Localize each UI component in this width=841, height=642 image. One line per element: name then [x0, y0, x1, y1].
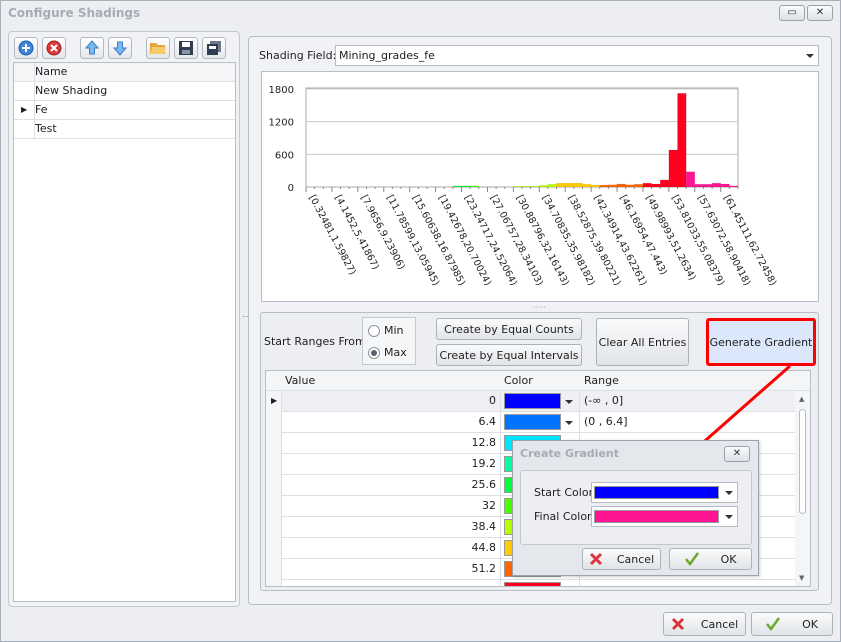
dialog-body: Start Color Final Color: [520, 470, 752, 545]
cancel-button[interactable]: Cancel: [663, 612, 746, 636]
final-color-picker[interactable]: [591, 506, 738, 527]
dialog-cancel-button[interactable]: Cancel: [582, 548, 661, 570]
start-color-label: Start Color: [534, 486, 594, 499]
checkmark-icon: [766, 617, 781, 631]
ok-button[interactable]: OK: [751, 612, 833, 636]
chevron-down-icon: [725, 514, 733, 519]
chevron-down-icon: [725, 490, 733, 495]
create-gradient-dialog: Create Gradient ✕ Start Color Final Colo…: [512, 440, 759, 576]
cancel-x-icon: [589, 552, 602, 566]
final-color-swatch: [594, 510, 719, 523]
final-color-label: Final Color: [534, 510, 592, 523]
start-color-picker[interactable]: [591, 482, 738, 503]
dialog-ok-button[interactable]: OK: [669, 548, 752, 570]
dialog-title: Create Gradient: [520, 447, 619, 460]
cancel-x-icon: [671, 617, 684, 631]
dialog-close-button[interactable]: ✕: [724, 446, 750, 462]
start-color-swatch: [594, 486, 719, 499]
checkmark-icon: [684, 552, 699, 566]
